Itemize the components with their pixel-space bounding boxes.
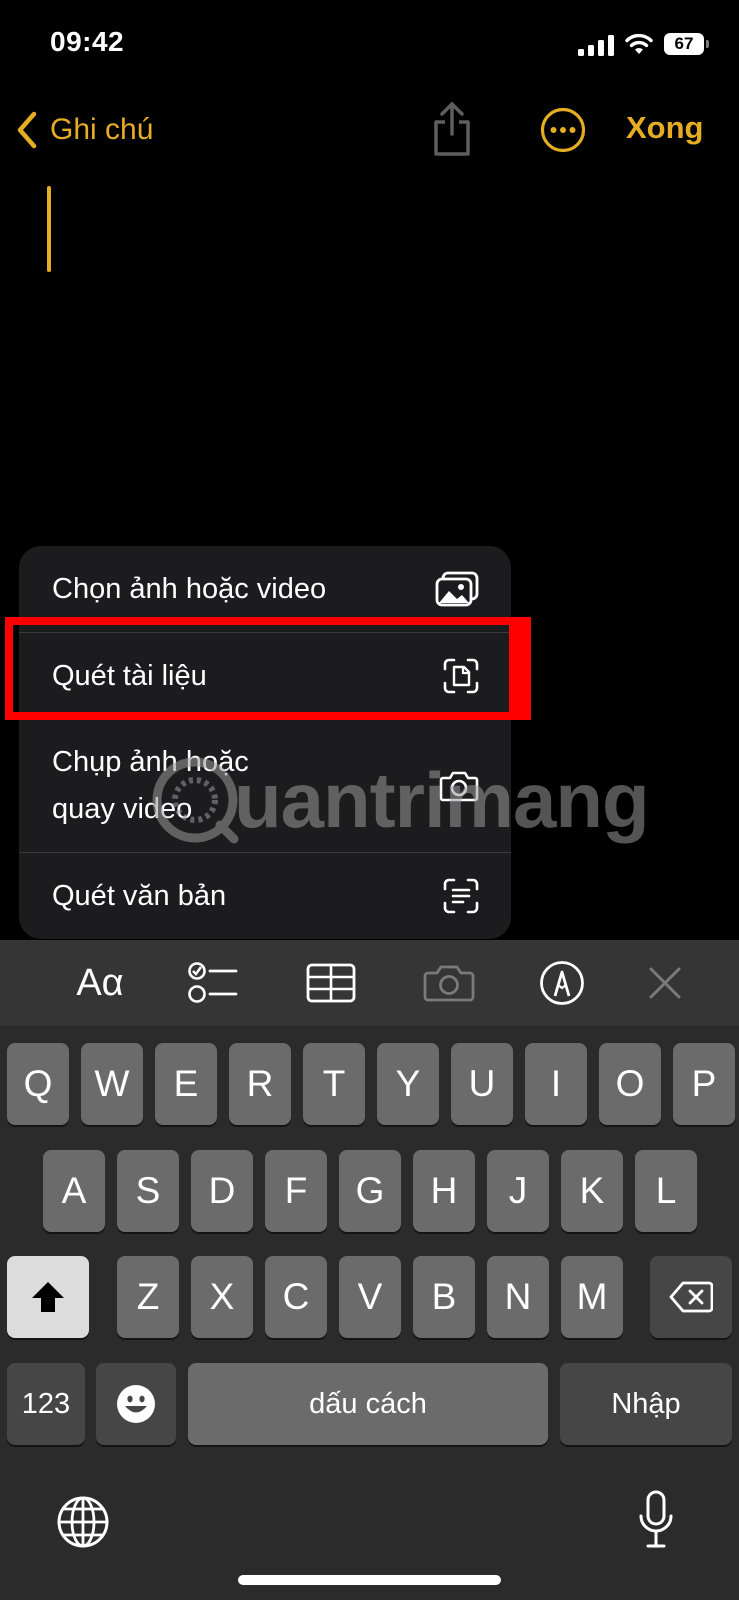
photo-library-icon [435, 571, 479, 607]
share-icon[interactable] [430, 100, 474, 158]
watermark-text: uantrimang [234, 755, 650, 844]
key-w[interactable]: W [81, 1043, 143, 1125]
close-icon [649, 967, 681, 999]
key-j[interactable]: J [487, 1150, 549, 1232]
backspace-icon [669, 1281, 713, 1313]
table-button[interactable] [296, 940, 366, 1026]
battery-cap [706, 40, 709, 48]
status-time: 09:42 [50, 26, 125, 57]
numbers-key[interactable]: 123 [7, 1363, 85, 1445]
key-h[interactable]: H [413, 1150, 475, 1232]
text-cursor [47, 186, 51, 272]
key-v[interactable]: V [339, 1256, 401, 1338]
key-e[interactable]: E [155, 1043, 217, 1125]
key-u[interactable]: U [451, 1043, 513, 1125]
highlight-annotation [5, 617, 531, 720]
format-button[interactable]: Aα [60, 940, 140, 1026]
back-button-label: Ghi chú [50, 113, 154, 146]
key-s[interactable]: S [117, 1150, 179, 1232]
key-i[interactable]: I [525, 1043, 587, 1125]
more-options-icon[interactable] [540, 107, 586, 153]
camera-icon [423, 965, 475, 1002]
shift-key[interactable] [7, 1256, 89, 1338]
text-scan-icon [443, 878, 479, 914]
key-q[interactable]: Q [7, 1043, 69, 1125]
key-l[interactable]: L [635, 1150, 697, 1232]
key-m[interactable]: M [561, 1256, 623, 1338]
emoji-icon [117, 1385, 155, 1423]
key-b[interactable]: B [413, 1256, 475, 1338]
format-icon: Aα [76, 961, 124, 1004]
shift-icon [32, 1282, 64, 1312]
globe-icon[interactable] [56, 1495, 110, 1549]
close-toolbar-button[interactable] [640, 940, 690, 1026]
done-button[interactable]: Xong [626, 110, 704, 146]
menu-item-scan-text[interactable]: Quét văn bản [19, 853, 511, 939]
battery-level: 67 [664, 33, 704, 55]
watermark-logo-icon [152, 757, 239, 844]
key-n[interactable]: N [487, 1256, 549, 1338]
microphone-icon[interactable] [638, 1490, 674, 1550]
space-key[interactable]: dấu cách [188, 1363, 548, 1445]
checklist-button[interactable] [178, 940, 248, 1026]
watermark: uantrimang [150, 745, 650, 855]
key-t[interactable]: T [303, 1043, 365, 1125]
markup-pen-icon [540, 961, 584, 1005]
menu-item-label: Quét văn bản [52, 879, 227, 912]
key-z[interactable]: Z [117, 1256, 179, 1338]
key-d[interactable]: D [191, 1150, 253, 1232]
menu-item-label: Chọn ảnh hoặc video [52, 572, 327, 605]
emoji-key[interactable] [96, 1363, 176, 1445]
camera-button[interactable] [414, 940, 484, 1026]
key-y[interactable]: Y [377, 1043, 439, 1125]
key-p[interactable]: P [673, 1043, 735, 1125]
wifi-icon [625, 33, 653, 54]
key-o[interactable]: O [599, 1043, 661, 1125]
attachment-menu: Chọn ảnh hoặc video Quét tài liệu Chụp ả… [19, 546, 511, 939]
key-k[interactable]: K [561, 1150, 623, 1232]
key-c[interactable]: C [265, 1256, 327, 1338]
delete-key[interactable] [650, 1256, 732, 1338]
key-a[interactable]: A [43, 1150, 105, 1232]
key-r[interactable]: R [229, 1043, 291, 1125]
return-key[interactable]: Nhập [560, 1363, 732, 1445]
cellular-signal-icon [578, 34, 614, 56]
formatting-toolbar: Aα [0, 940, 739, 1026]
back-button[interactable]: Ghi chú [16, 106, 153, 154]
key-g[interactable]: G [339, 1150, 401, 1232]
key-x[interactable]: X [191, 1256, 253, 1338]
chevron-left-icon [17, 111, 37, 149]
table-icon [306, 963, 356, 1003]
key-f[interactable]: F [265, 1150, 327, 1232]
markup-button[interactable] [530, 940, 594, 1026]
home-indicator [238, 1575, 501, 1585]
checklist-icon [188, 962, 238, 1003]
